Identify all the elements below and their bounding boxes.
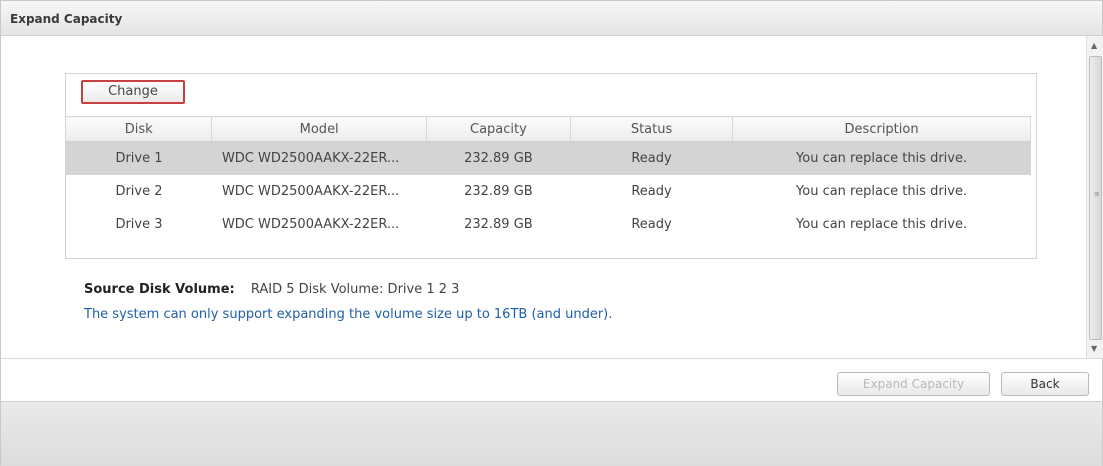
dialog-footer: Expand Capacity Back <box>1 358 1102 402</box>
cell-disk: Drive 1 <box>66 141 212 175</box>
table-header-row: Disk Model Capacity Status Description <box>66 116 1031 142</box>
change-button[interactable]: Change <box>81 80 185 104</box>
table-row[interactable]: Drive 3 WDC WD2500AAKX-22ER... 232.89 GB… <box>66 208 1031 241</box>
capacity-limit-note: The system can only support expanding th… <box>84 307 613 322</box>
table-row[interactable]: Drive 2 WDC WD2500AAKX-22ER... 232.89 GB… <box>66 175 1031 208</box>
scrollbar-thumb[interactable]: ≡ <box>1089 56 1102 340</box>
column-header-description[interactable]: Description <box>732 116 1031 142</box>
disk-panel: Change Disk Model Capacity Status Descri… <box>65 73 1037 259</box>
source-disk-volume: Source Disk Volume: RAID 5 Disk Volume: … <box>84 282 459 297</box>
cell-model: WDC WD2500AAKX-22ER... <box>221 184 400 199</box>
column-header-status[interactable]: Status <box>570 116 734 142</box>
cell-disk: Drive 2 <box>115 184 163 199</box>
cell-model: WDC WD2500AAKX-22ER... <box>211 141 427 175</box>
disk-table: Disk Model Capacity Status Description D… <box>66 116 1031 241</box>
expand-capacity-window: Expand Capacity Change Disk Model Capaci… <box>0 0 1103 466</box>
cell-capacity: 232.89 GB <box>464 184 533 199</box>
back-button[interactable]: Back <box>1001 372 1089 396</box>
grip-icon: ≡ <box>1094 190 1100 198</box>
cell-status: Ready <box>631 184 672 199</box>
column-header-disk[interactable]: Disk <box>66 116 213 142</box>
panel-toolbar: Change <box>66 74 1036 104</box>
window-title: Expand Capacity <box>10 12 123 26</box>
scroll-down-arrow-icon[interactable]: ▼ <box>1091 344 1097 353</box>
cell-model: WDC WD2500AAKX-22ER... <box>221 217 400 232</box>
column-header-capacity[interactable]: Capacity <box>426 116 571 142</box>
cell-disk: Drive 3 <box>115 217 163 232</box>
table-row[interactable]: Drive 1 WDC WD2500AAKX-22ER... 232.89 GB… <box>66 141 1031 175</box>
cell-description: You can replace this drive. <box>796 184 968 199</box>
bottom-band <box>1 401 1102 466</box>
vertical-scrollbar[interactable]: ▲ ≡ ▼ <box>1086 36 1103 358</box>
cell-status: Ready <box>570 141 733 175</box>
expand-capacity-button[interactable]: Expand Capacity <box>837 372 990 396</box>
window-titlebar: Expand Capacity <box>1 1 1102 36</box>
scroll-up-arrow-icon[interactable]: ▲ <box>1091 41 1097 50</box>
cell-description: You can replace this drive. <box>732 141 1031 175</box>
cell-description: You can replace this drive. <box>796 217 968 232</box>
source-disk-volume-value: RAID 5 Disk Volume: Drive 1 2 3 <box>250 282 460 297</box>
cell-capacity: 232.89 GB <box>426 141 571 175</box>
cell-capacity: 232.89 GB <box>464 217 533 232</box>
column-header-model[interactable]: Model <box>211 116 427 142</box>
source-disk-volume-label: Source Disk Volume: <box>84 282 235 297</box>
cell-status: Ready <box>631 217 672 232</box>
